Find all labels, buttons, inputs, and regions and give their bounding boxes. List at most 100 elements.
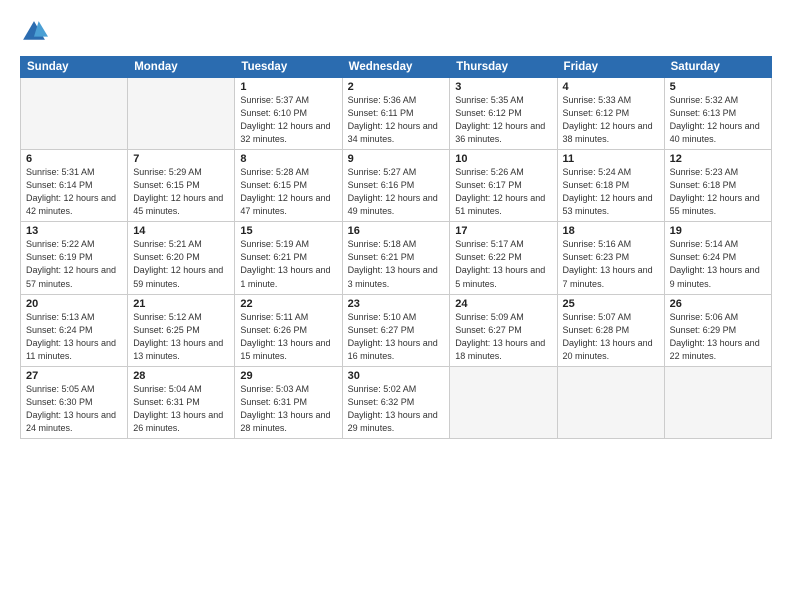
day-number: 2 [348, 81, 445, 93]
day-cell: 1Sunrise: 5:37 AMSunset: 6:10 PMDaylight… [235, 78, 342, 150]
day-info: Sunrise: 5:04 AMSunset: 6:31 PMDaylight:… [133, 383, 229, 435]
calendar-header: SundayMondayTuesdayWednesdayThursdayFrid… [21, 57, 772, 78]
header-row: SundayMondayTuesdayWednesdayThursdayFrid… [21, 57, 772, 78]
day-number: 26 [670, 298, 766, 310]
day-number: 13 [26, 225, 122, 237]
day-cell: 12Sunrise: 5:23 AMSunset: 6:18 PMDayligh… [664, 150, 771, 222]
day-number: 10 [455, 153, 551, 165]
day-info: Sunrise: 5:31 AMSunset: 6:14 PMDaylight:… [26, 166, 122, 218]
day-cell [21, 78, 128, 150]
logo-icon [20, 18, 48, 46]
col-header-wednesday: Wednesday [342, 57, 450, 78]
day-cell: 14Sunrise: 5:21 AMSunset: 6:20 PMDayligh… [128, 222, 235, 294]
calendar: SundayMondayTuesdayWednesdayThursdayFrid… [20, 56, 772, 439]
day-cell [128, 78, 235, 150]
day-info: Sunrise: 5:26 AMSunset: 6:17 PMDaylight:… [455, 166, 551, 218]
day-number: 18 [563, 225, 659, 237]
day-number: 21 [133, 298, 229, 310]
day-cell: 19Sunrise: 5:14 AMSunset: 6:24 PMDayligh… [664, 222, 771, 294]
day-cell: 24Sunrise: 5:09 AMSunset: 6:27 PMDayligh… [450, 294, 557, 366]
day-number: 1 [240, 81, 336, 93]
day-number: 20 [26, 298, 122, 310]
col-header-monday: Monday [128, 57, 235, 78]
day-cell: 3Sunrise: 5:35 AMSunset: 6:12 PMDaylight… [450, 78, 557, 150]
day-cell: 26Sunrise: 5:06 AMSunset: 6:29 PMDayligh… [664, 294, 771, 366]
day-number: 23 [348, 298, 445, 310]
day-cell: 17Sunrise: 5:17 AMSunset: 6:22 PMDayligh… [450, 222, 557, 294]
day-info: Sunrise: 5:37 AMSunset: 6:10 PMDaylight:… [240, 94, 336, 146]
day-info: Sunrise: 5:24 AMSunset: 6:18 PMDaylight:… [563, 166, 659, 218]
header [20, 18, 772, 46]
day-number: 6 [26, 153, 122, 165]
day-number: 25 [563, 298, 659, 310]
day-info: Sunrise: 5:33 AMSunset: 6:12 PMDaylight:… [563, 94, 659, 146]
day-info: Sunrise: 5:18 AMSunset: 6:21 PMDaylight:… [348, 238, 445, 290]
day-info: Sunrise: 5:27 AMSunset: 6:16 PMDaylight:… [348, 166, 445, 218]
day-cell: 22Sunrise: 5:11 AMSunset: 6:26 PMDayligh… [235, 294, 342, 366]
day-cell: 13Sunrise: 5:22 AMSunset: 6:19 PMDayligh… [21, 222, 128, 294]
day-number: 27 [26, 370, 122, 382]
day-info: Sunrise: 5:21 AMSunset: 6:20 PMDaylight:… [133, 238, 229, 290]
col-header-saturday: Saturday [664, 57, 771, 78]
day-number: 19 [670, 225, 766, 237]
calendar-body: 1Sunrise: 5:37 AMSunset: 6:10 PMDaylight… [21, 78, 772, 439]
day-cell [450, 366, 557, 438]
day-number: 9 [348, 153, 445, 165]
day-info: Sunrise: 5:29 AMSunset: 6:15 PMDaylight:… [133, 166, 229, 218]
day-cell: 10Sunrise: 5:26 AMSunset: 6:17 PMDayligh… [450, 150, 557, 222]
day-info: Sunrise: 5:02 AMSunset: 6:32 PMDaylight:… [348, 383, 445, 435]
logo [20, 18, 52, 46]
day-cell: 18Sunrise: 5:16 AMSunset: 6:23 PMDayligh… [557, 222, 664, 294]
day-cell: 27Sunrise: 5:05 AMSunset: 6:30 PMDayligh… [21, 366, 128, 438]
day-info: Sunrise: 5:03 AMSunset: 6:31 PMDaylight:… [240, 383, 336, 435]
day-info: Sunrise: 5:17 AMSunset: 6:22 PMDaylight:… [455, 238, 551, 290]
day-number: 17 [455, 225, 551, 237]
week-row-4: 27Sunrise: 5:05 AMSunset: 6:30 PMDayligh… [21, 366, 772, 438]
day-info: Sunrise: 5:09 AMSunset: 6:27 PMDaylight:… [455, 311, 551, 363]
col-header-tuesday: Tuesday [235, 57, 342, 78]
day-cell: 11Sunrise: 5:24 AMSunset: 6:18 PMDayligh… [557, 150, 664, 222]
day-cell: 5Sunrise: 5:32 AMSunset: 6:13 PMDaylight… [664, 78, 771, 150]
day-cell [664, 366, 771, 438]
day-cell: 16Sunrise: 5:18 AMSunset: 6:21 PMDayligh… [342, 222, 450, 294]
day-info: Sunrise: 5:36 AMSunset: 6:11 PMDaylight:… [348, 94, 445, 146]
page: SundayMondayTuesdayWednesdayThursdayFrid… [0, 0, 792, 612]
day-info: Sunrise: 5:05 AMSunset: 6:30 PMDaylight:… [26, 383, 122, 435]
week-row-0: 1Sunrise: 5:37 AMSunset: 6:10 PMDaylight… [21, 78, 772, 150]
day-info: Sunrise: 5:12 AMSunset: 6:25 PMDaylight:… [133, 311, 229, 363]
day-number: 16 [348, 225, 445, 237]
day-info: Sunrise: 5:16 AMSunset: 6:23 PMDaylight:… [563, 238, 659, 290]
day-cell: 23Sunrise: 5:10 AMSunset: 6:27 PMDayligh… [342, 294, 450, 366]
day-cell: 2Sunrise: 5:36 AMSunset: 6:11 PMDaylight… [342, 78, 450, 150]
day-info: Sunrise: 5:07 AMSunset: 6:28 PMDaylight:… [563, 311, 659, 363]
day-cell: 9Sunrise: 5:27 AMSunset: 6:16 PMDaylight… [342, 150, 450, 222]
day-number: 14 [133, 225, 229, 237]
day-cell: 8Sunrise: 5:28 AMSunset: 6:15 PMDaylight… [235, 150, 342, 222]
day-info: Sunrise: 5:19 AMSunset: 6:21 PMDaylight:… [240, 238, 336, 290]
day-info: Sunrise: 5:11 AMSunset: 6:26 PMDaylight:… [240, 311, 336, 363]
day-number: 30 [348, 370, 445, 382]
day-number: 12 [670, 153, 766, 165]
day-cell: 30Sunrise: 5:02 AMSunset: 6:32 PMDayligh… [342, 366, 450, 438]
day-number: 29 [240, 370, 336, 382]
day-info: Sunrise: 5:35 AMSunset: 6:12 PMDaylight:… [455, 94, 551, 146]
day-cell: 28Sunrise: 5:04 AMSunset: 6:31 PMDayligh… [128, 366, 235, 438]
week-row-1: 6Sunrise: 5:31 AMSunset: 6:14 PMDaylight… [21, 150, 772, 222]
day-number: 8 [240, 153, 336, 165]
week-row-3: 20Sunrise: 5:13 AMSunset: 6:24 PMDayligh… [21, 294, 772, 366]
day-info: Sunrise: 5:14 AMSunset: 6:24 PMDaylight:… [670, 238, 766, 290]
day-cell: 4Sunrise: 5:33 AMSunset: 6:12 PMDaylight… [557, 78, 664, 150]
day-number: 5 [670, 81, 766, 93]
col-header-sunday: Sunday [21, 57, 128, 78]
col-header-friday: Friday [557, 57, 664, 78]
day-info: Sunrise: 5:10 AMSunset: 6:27 PMDaylight:… [348, 311, 445, 363]
day-cell: 21Sunrise: 5:12 AMSunset: 6:25 PMDayligh… [128, 294, 235, 366]
day-cell: 15Sunrise: 5:19 AMSunset: 6:21 PMDayligh… [235, 222, 342, 294]
day-number: 4 [563, 81, 659, 93]
week-row-2: 13Sunrise: 5:22 AMSunset: 6:19 PMDayligh… [21, 222, 772, 294]
day-info: Sunrise: 5:32 AMSunset: 6:13 PMDaylight:… [670, 94, 766, 146]
day-number: 28 [133, 370, 229, 382]
day-number: 11 [563, 153, 659, 165]
day-number: 15 [240, 225, 336, 237]
col-header-thursday: Thursday [450, 57, 557, 78]
